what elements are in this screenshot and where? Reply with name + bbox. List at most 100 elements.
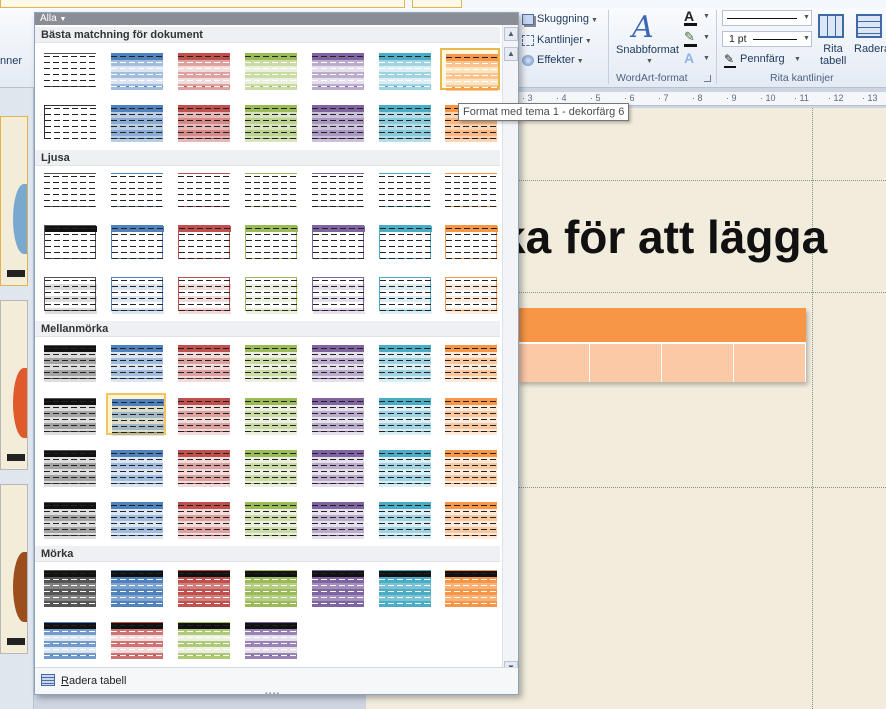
table-style-swatch[interactable] — [106, 393, 166, 436]
table-style-swatch[interactable] — [106, 168, 166, 210]
slide-thumbnail[interactable] — [0, 300, 28, 470]
table-style-swatch[interactable] — [440, 48, 500, 91]
table-style-swatch[interactable] — [173, 393, 233, 435]
slide-table[interactable] — [518, 308, 806, 382]
table-style-swatch[interactable] — [240, 168, 300, 210]
table-style-swatch[interactable] — [106, 100, 166, 142]
table-style-swatch[interactable] — [240, 340, 300, 382]
table-style-swatch[interactable] — [240, 393, 300, 435]
gallery-scrollbar[interactable]: ▲ ▲ ▼ — [502, 25, 518, 679]
gallery-filter-bar[interactable]: Alla ▼ — [35, 13, 518, 25]
table-style-swatch[interactable] — [39, 100, 99, 142]
pen-color-button[interactable]: ✎ Pennfärg ▼ — [722, 52, 812, 69]
table-style-swatch[interactable] — [106, 48, 166, 90]
table-style-swatch[interactable] — [307, 220, 367, 262]
pen-weight-dropdown[interactable]: 1 pt ▼ — [722, 31, 812, 47]
effects-button[interactable]: Effekter ▼ — [522, 54, 584, 66]
table-style-swatch[interactable] — [374, 393, 434, 435]
table-style-swatch[interactable] — [374, 220, 434, 262]
text-fill-button[interactable]: A ▼ — [684, 8, 710, 26]
shadow-button[interactable]: Skuggning ▼ — [522, 13, 598, 25]
table-style-swatch[interactable] — [374, 340, 434, 382]
table-style-swatch[interactable] — [240, 445, 300, 487]
filter-dropdown[interactable]: Alla ▼ — [40, 13, 66, 26]
table-style-swatch[interactable] — [374, 497, 434, 539]
table-style-swatch[interactable] — [307, 48, 367, 90]
borders-button[interactable]: Kantlinjer ▼ — [522, 34, 592, 46]
table-style-swatch[interactable] — [240, 100, 300, 142]
table-style-swatch[interactable] — [39, 340, 99, 382]
table-style-swatch[interactable] — [440, 393, 500, 435]
table-style-swatch[interactable] — [440, 168, 500, 210]
table-style-swatch[interactable] — [39, 617, 99, 659]
dialog-launcher-icon[interactable] — [704, 75, 711, 82]
table-style-swatch[interactable] — [440, 220, 500, 262]
table-style-swatch[interactable] — [39, 565, 99, 607]
table-style-swatch[interactable] — [440, 497, 500, 539]
table-style-swatch[interactable] — [440, 445, 500, 487]
table-style-swatch[interactable] — [39, 220, 99, 262]
table-style-swatch[interactable] — [307, 393, 367, 435]
table-style-swatch[interactable] — [106, 565, 166, 607]
table-style-swatch[interactable] — [240, 48, 300, 90]
text-effects-button[interactable]: A ▼ — [684, 50, 710, 68]
table-style-swatch[interactable] — [173, 565, 233, 607]
scroll-up-button[interactable]: ▲ — [504, 27, 518, 41]
table-style-swatch[interactable] — [374, 565, 434, 607]
table-style-swatch[interactable] — [106, 497, 166, 539]
resize-grip[interactable]: •••• — [265, 689, 280, 698]
table-style-swatch[interactable] — [173, 497, 233, 539]
draw-table-button[interactable]: Rita tabell — [816, 12, 848, 68]
table-style-swatch[interactable] — [39, 168, 99, 210]
table-row[interactable] — [518, 344, 806, 382]
table-style-swatch[interactable] — [374, 168, 434, 210]
table-style-swatch[interactable] — [240, 565, 300, 607]
eraser-button[interactable]: Radera — [852, 12, 886, 68]
slide-thumbnail[interactable] — [0, 116, 28, 286]
pen-style-dropdown[interactable]: ▼ — [722, 10, 812, 26]
table-style-swatch[interactable] — [307, 445, 367, 487]
ribbon-tab-fragment[interactable] — [412, 0, 462, 8]
table-style-swatch[interactable] — [173, 220, 233, 262]
table-style-swatch[interactable] — [240, 617, 300, 659]
clear-table-button[interactable]: Radera tabell — [39, 672, 132, 690]
table-style-swatch[interactable] — [173, 617, 233, 659]
table-style-swatch[interactable] — [307, 565, 367, 607]
table-style-swatch[interactable] — [39, 48, 99, 90]
table-style-swatch[interactable] — [307, 272, 367, 314]
table-style-swatch[interactable] — [39, 445, 99, 487]
table-style-swatch[interactable] — [307, 168, 367, 210]
text-outline-button[interactable]: ✎ ▼ — [684, 29, 710, 47]
table-style-swatch[interactable] — [374, 272, 434, 314]
table-style-swatch[interactable] — [440, 340, 500, 382]
table-style-swatch[interactable] — [173, 48, 233, 90]
table-style-swatch[interactable] — [106, 272, 166, 314]
table-style-swatch[interactable] — [307, 497, 367, 539]
table-style-swatch[interactable] — [240, 220, 300, 262]
table-style-swatch[interactable] — [374, 445, 434, 487]
table-header-row[interactable] — [518, 308, 806, 344]
table-style-swatch[interactable] — [440, 565, 500, 607]
table-style-swatch[interactable] — [106, 445, 166, 487]
quick-styles-button[interactable]: A Snabbformat ▼ — [614, 10, 679, 68]
table-style-swatch[interactable] — [173, 272, 233, 314]
table-style-swatch[interactable] — [173, 340, 233, 382]
table-style-swatch[interactable] — [106, 617, 166, 659]
table-style-swatch[interactable] — [440, 272, 500, 314]
table-style-swatch[interactable] — [106, 340, 166, 382]
table-style-swatch[interactable] — [173, 168, 233, 210]
table-style-swatch[interactable] — [173, 100, 233, 142]
table-style-swatch[interactable] — [39, 393, 99, 435]
table-style-swatch[interactable] — [374, 100, 434, 142]
slide-thumbnail[interactable] — [0, 484, 28, 654]
table-style-swatch[interactable] — [240, 272, 300, 314]
table-style-swatch[interactable] — [39, 272, 99, 314]
ribbon-tab-fragment[interactable] — [0, 0, 405, 8]
table-style-swatch[interactable] — [173, 445, 233, 487]
slide-title[interactable]: ka för att lägga — [500, 210, 827, 264]
table-style-swatch[interactable] — [39, 497, 99, 539]
table-style-swatch[interactable] — [307, 340, 367, 382]
table-style-swatch[interactable] — [106, 220, 166, 262]
table-style-swatch[interactable] — [307, 100, 367, 142]
table-style-swatch[interactable] — [240, 497, 300, 539]
